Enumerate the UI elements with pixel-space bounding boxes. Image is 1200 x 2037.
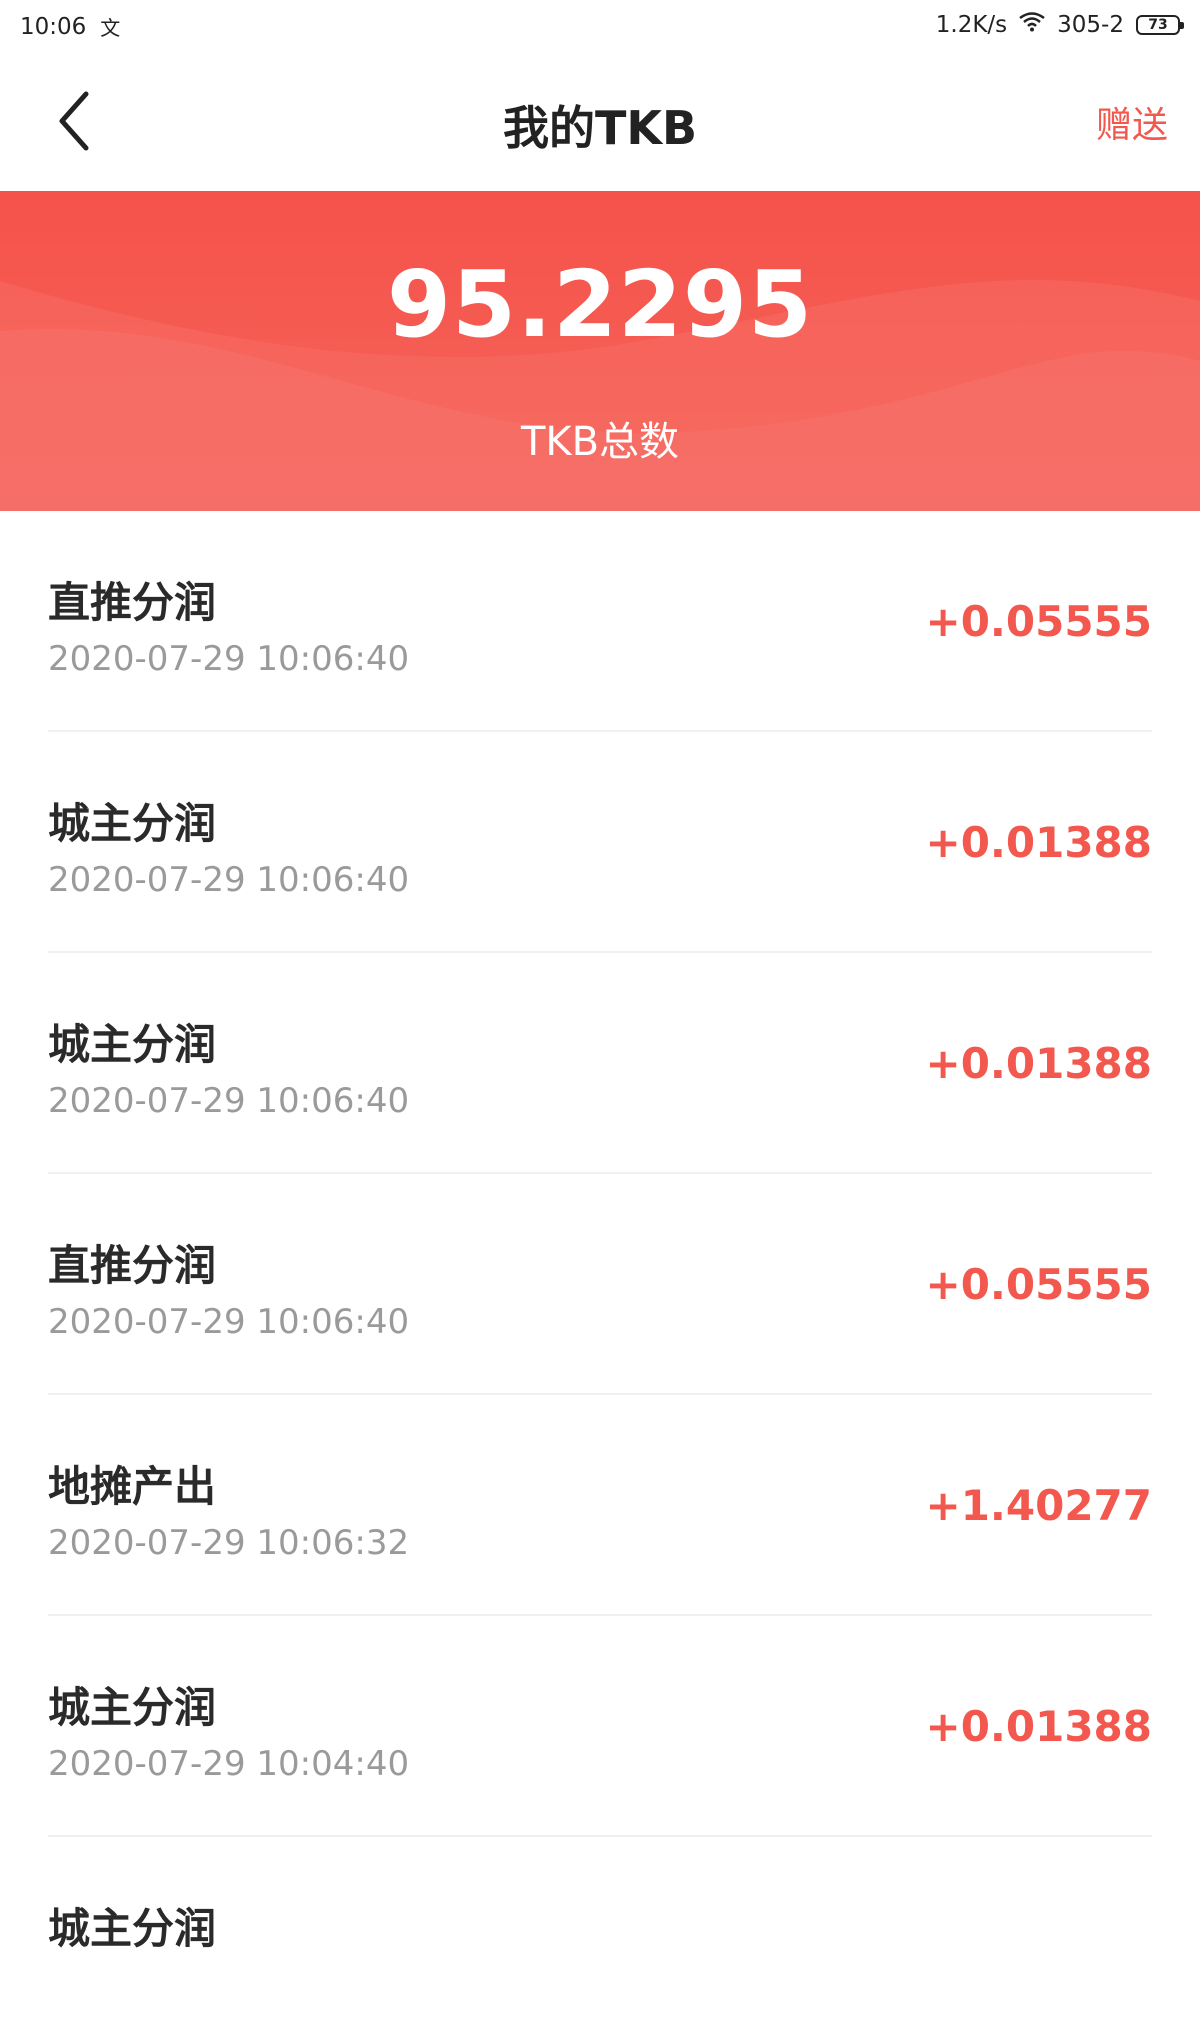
record-title: 地摊产出: [48, 1462, 217, 1511]
record-title: 城主分润: [48, 1020, 217, 1069]
record-amount: +0.05555: [925, 1260, 1153, 1309]
record-time: 2020-07-29 10:06:40: [48, 860, 410, 900]
status-bar: 10:06 文 1.2K/s 305-2 73: [0, 0, 1200, 52]
record-time: 2020-07-29 10:06:40: [48, 1081, 410, 1121]
record-title: 直推分润: [48, 578, 217, 627]
summary-banner: 95.2295 TKB总数: [0, 191, 1200, 511]
record-amount: +1.40277: [925, 1481, 1153, 1530]
record-time: 2020-07-29 10:06:40: [48, 1302, 410, 1342]
record-amount: +0.01388: [925, 1702, 1153, 1751]
list-item[interactable]: 城主分润 2020-07-29 10:04:40 +0.01388: [0, 1616, 1200, 1837]
wifi-icon: [1019, 12, 1045, 38]
status-time: 10:06: [20, 13, 87, 40]
record-time: 2020-07-29 10:06:40: [48, 639, 410, 679]
gift-button[interactable]: 赠送: [1096, 96, 1168, 148]
record-amount: +0.01388: [925, 818, 1153, 867]
list-item[interactable]: 城主分润: [0, 1837, 1200, 2037]
record-title: 直推分润: [48, 1241, 217, 1290]
record-time: 2020-07-29 10:06:32: [48, 1523, 410, 1563]
record-amount: +0.01388: [925, 1039, 1153, 1088]
list-item[interactable]: 直推分润 2020-07-29 10:06:40 +0.05555: [0, 511, 1200, 732]
record-title: 城主分润: [48, 1683, 217, 1732]
list-item[interactable]: 城主分润 2020-07-29 10:06:40 +0.01388: [0, 953, 1200, 1174]
net-speed: 1.2K/s: [935, 12, 1008, 38]
list-item[interactable]: 城主分润 2020-07-29 10:06:40 +0.01388: [0, 732, 1200, 953]
battery-icon: 73: [1136, 15, 1184, 35]
total-label: TKB总数: [520, 419, 680, 465]
list-item[interactable]: 直推分润 2020-07-29 10:06:40 +0.05555: [0, 1174, 1200, 1395]
notification-icon: 文: [100, 16, 121, 40]
network-name: 305-2: [1057, 12, 1124, 38]
total-value: 95.2295: [386, 251, 814, 358]
record-amount: +0.05555: [925, 597, 1153, 646]
record-time: 2020-07-29 10:04:40: [48, 1744, 410, 1784]
page-title: 我的TKB: [502, 101, 698, 155]
record-title: 城主分润: [48, 799, 217, 848]
nav-bar: 我的TKB 赠送: [0, 52, 1200, 191]
list-item[interactable]: 地摊产出 2020-07-29 10:06:32 +1.40277: [0, 1395, 1200, 1616]
record-title: 城主分润: [48, 1904, 217, 1953]
records-list: 直推分润 2020-07-29 10:06:40 +0.05555 城主分润 2…: [0, 511, 1200, 2037]
